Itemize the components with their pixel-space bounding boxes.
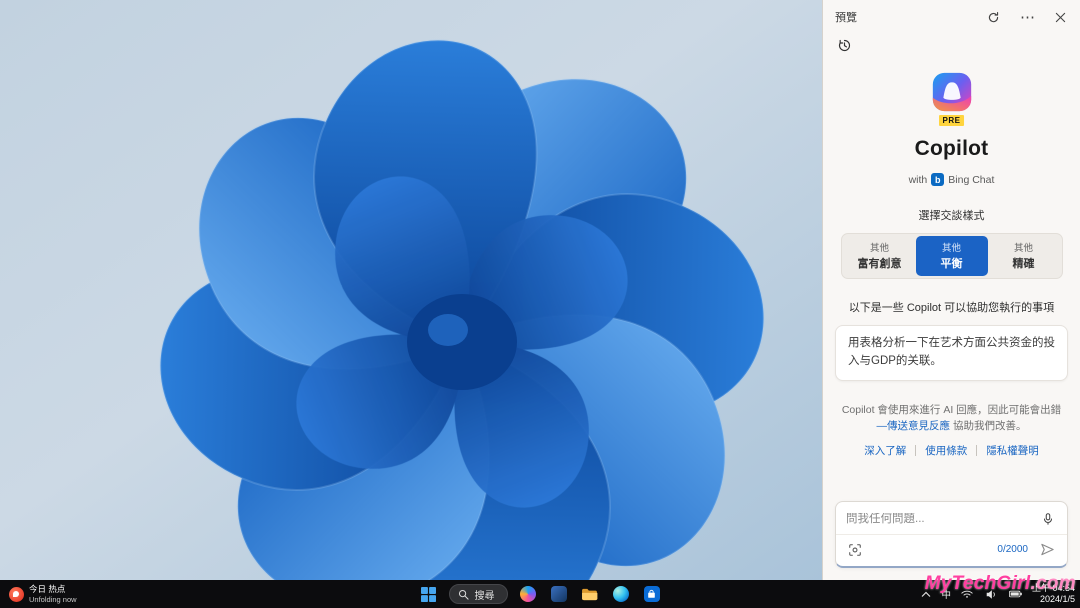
copilot-logo-wrap: PRE — [929, 69, 975, 128]
history-clock-icon — [838, 39, 851, 52]
copilot-taskbar-button[interactable] — [517, 583, 539, 605]
learn-more-link[interactable]: 深入了解 — [864, 443, 906, 458]
style-option-line2: 富有創意 — [857, 258, 902, 270]
suggestion-card[interactable]: 用表格分析一下在艺术方面公共资金的投入与GDP的关联。 — [835, 325, 1068, 381]
send-button[interactable] — [1038, 540, 1057, 559]
widgets-button[interactable]: 今日 热点 Unfolding now — [6, 583, 80, 604]
copilot-panel: 預覽 ⋯ PRE Copilot with b Bing Chat 選擇交談樣式… — [822, 0, 1080, 580]
tray-date: 2024/1/5 — [1039, 594, 1075, 604]
file-explorer-folder-icon — [582, 588, 598, 600]
disclaimer-line1: Copilot 會使用來進行 AI 回應，因此可能會出錯 — [841, 403, 1062, 416]
taskbar: 今日 热点 Unfolding now 搜尋 中 上午 04:54 2024/1… — [0, 580, 1080, 608]
store-icon — [643, 586, 660, 602]
refresh-icon — [988, 11, 999, 22]
copilot-title: Copilot — [914, 137, 989, 160]
watermark-tld: .com — [1030, 573, 1076, 594]
screen: 預覽 ⋯ PRE Copilot with b Bing Chat 選擇交談樣式… — [0, 0, 1080, 608]
subtitle-prefix: with — [908, 173, 928, 186]
suggestions-label: 以下是一些 Copilot 可以協助您執行的事項 — [848, 302, 1055, 314]
store-bag-icon — [648, 589, 655, 598]
panel-header-actions: ⋯ — [985, 8, 1068, 27]
style-option-line1: 其他 — [869, 243, 889, 254]
pre-badge: PRE — [936, 113, 967, 128]
widget-headline: 今日 热点 — [29, 584, 66, 595]
store-button[interactable] — [641, 583, 663, 605]
screenshot-icon — [849, 543, 861, 556]
style-option-line2: 平衡 — [940, 258, 963, 270]
chat-input-row — [836, 502, 1067, 534]
desktop[interactable] — [0, 0, 822, 580]
screenshot-button[interactable] — [846, 541, 864, 559]
style-option-line1: 其他 — [1013, 243, 1033, 254]
style-option-line1: 其他 — [941, 243, 961, 254]
panel-content: PRE Copilot with b Bing Chat 選擇交談樣式 其他 富… — [823, 55, 1080, 501]
pinned-app-icon — [550, 586, 567, 602]
watermark: MyTechGirl.com — [925, 573, 1076, 595]
ellipsis-icon: ⋯ — [1020, 8, 1035, 26]
copilot-colorful-icon — [519, 586, 536, 602]
windows-logo-icon — [421, 586, 436, 602]
terms-of-use-link[interactable]: 使用條款 — [925, 443, 967, 458]
pinned-app-button[interactable] — [548, 583, 570, 605]
bing-chat-subtitle: with b Bing Chat — [835, 173, 1068, 186]
close-icon — [1055, 12, 1066, 22]
search-icon — [458, 589, 469, 600]
chat-input-box: 0/2000 — [835, 501, 1068, 568]
taskbar-search-box[interactable]: 搜尋 — [448, 584, 508, 604]
link-separator — [976, 445, 978, 457]
panel-header: 預覽 ⋯ — [823, 0, 1080, 34]
bing-icon: b — [931, 173, 945, 186]
subtitle-brand: Bing Chat — [948, 173, 995, 186]
character-counter: 0/2000 — [997, 544, 1028, 555]
style-option-creative[interactable]: 其他 富有創意 — [844, 236, 916, 276]
widget-text: 今日 热点 Unfolding now — [29, 584, 77, 603]
more-options-button[interactable]: ⋯ — [1018, 8, 1037, 27]
conversation-style-selector: 其他 富有創意 其他 平衡 其他 精確 — [840, 233, 1063, 279]
search-placeholder: 搜尋 — [474, 590, 495, 602]
disclaimer-line2-wrap: —傳送意見反應 協助我們改善。 — [835, 418, 1068, 435]
microphone-button[interactable] — [1039, 510, 1057, 528]
link-separator — [915, 445, 917, 457]
taskbar-center: 搜尋 — [418, 583, 663, 605]
style-option-line2: 精確 — [1012, 258, 1035, 270]
news-widget-icon — [9, 586, 24, 602]
close-button[interactable] — [1053, 10, 1068, 25]
microphone-icon — [1043, 513, 1053, 525]
send-feedback-link[interactable]: —傳送意見反應 — [877, 420, 951, 432]
chat-history-button[interactable] — [835, 36, 854, 55]
privacy-statement-link[interactable]: 隱私權聲明 — [986, 443, 1039, 458]
watermark-name: MyTechGirl — [924, 573, 1031, 594]
copilot-logo-icon — [932, 72, 971, 112]
bloom-wallpaper-art — [0, 0, 822, 580]
style-option-precise[interactable]: 其他 精確 — [988, 236, 1060, 276]
send-icon — [1041, 543, 1054, 556]
edge-button[interactable] — [610, 583, 632, 605]
edge-icon — [612, 586, 629, 602]
conversation-style-label: 選擇交談樣式 — [918, 210, 985, 222]
footer-links: 深入了解 使用條款 隱私權聲明 — [835, 443, 1068, 458]
chat-input[interactable] — [846, 513, 1033, 525]
ai-disclaimer: Copilot 會使用來進行 AI 回應，因此可能會出錯 —傳送意見反應 協助我… — [835, 402, 1068, 436]
panel-title: 預覽 — [835, 12, 857, 24]
start-button[interactable] — [418, 583, 440, 605]
widget-subheadline: Unfolding now — [29, 594, 77, 604]
style-option-balanced[interactable]: 其他 平衡 — [915, 236, 988, 276]
file-explorer-button[interactable] — [579, 583, 601, 605]
refresh-button[interactable] — [985, 9, 1002, 26]
disclaimer-line2: 協助我們改善。 — [952, 420, 1027, 433]
chat-input-toolbar: 0/2000 — [836, 534, 1067, 566]
history-row — [823, 34, 1080, 55]
